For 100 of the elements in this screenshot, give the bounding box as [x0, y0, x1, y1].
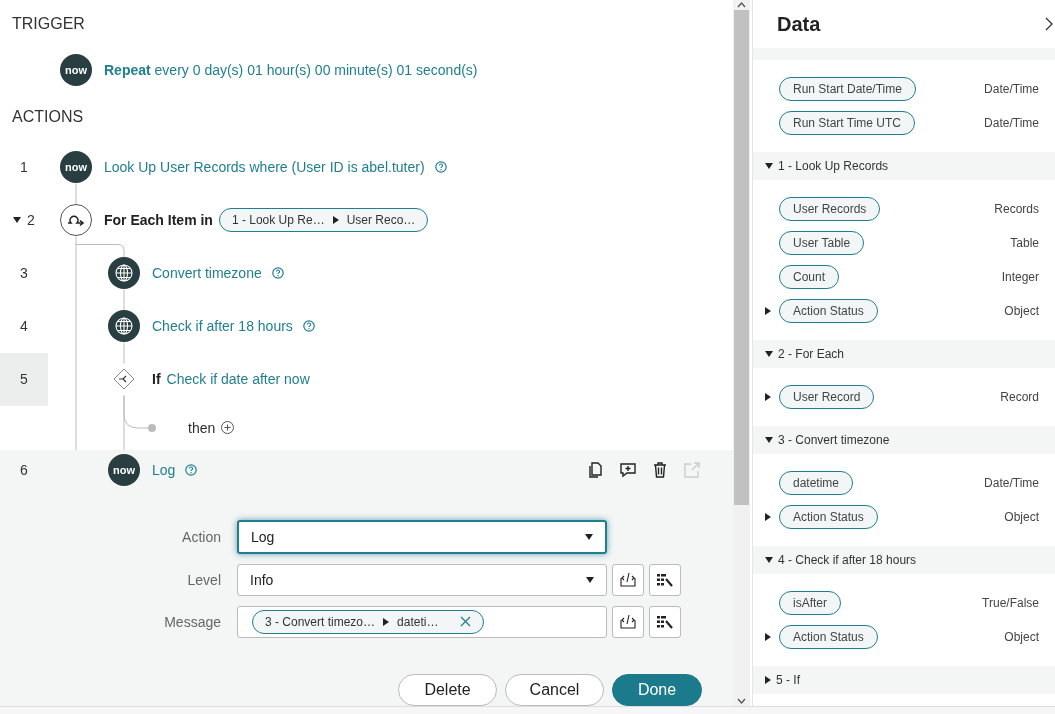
help-icon[interactable]	[434, 161, 447, 174]
now-logo: now	[60, 54, 92, 87]
close-icon[interactable]	[460, 616, 472, 628]
data-pill[interactable]: User Records	[779, 197, 881, 221]
now-logo: now	[60, 151, 92, 184]
field-label: Message	[163, 614, 222, 630]
section-header[interactable]: 3 - Convert timezone	[753, 426, 1055, 454]
data-pill[interactable]: 1 - Look Up Re… User Reco…	[218, 208, 429, 233]
script-button[interactable]	[612, 606, 644, 638]
select-field[interactable]: Info	[237, 564, 607, 596]
data-pill[interactable]: Action Status	[779, 299, 878, 323]
step-title-link[interactable]: Look Up User Records where (User ID is abel.tuter)	[104, 159, 425, 176]
step-title-link[interactable]: Check if date after now	[166, 371, 310, 388]
script-icon	[619, 614, 637, 630]
done-button[interactable]: Done	[612, 674, 702, 706]
data-type: Integer	[1001, 270, 1039, 284]
expand-icon[interactable]	[765, 393, 771, 401]
data-pill[interactable]: Action Status	[779, 505, 878, 529]
data-picker-button[interactable]	[649, 564, 681, 596]
section-header[interactable]: 2 - For Each	[753, 340, 1055, 368]
help-icon[interactable]	[185, 464, 198, 476]
expand-icon[interactable]	[765, 676, 771, 684]
form-button[interactable]: Cancel	[505, 674, 604, 706]
select-field[interactable]: Log	[237, 520, 607, 554]
collapse-icon[interactable]	[13, 217, 22, 224]
data-type: Record	[1000, 390, 1039, 404]
section-header[interactable]: 5 - If	[753, 666, 1055, 694]
data-pill-picker-icon	[656, 572, 674, 588]
step-number: 3	[20, 265, 28, 282]
expand-icon[interactable]	[765, 513, 771, 521]
separator-icon[interactable]	[383, 618, 390, 626]
add-icon[interactable]	[221, 421, 235, 435]
connector-line	[123, 342, 125, 364]
step-number: 1	[20, 159, 28, 176]
trigger-link[interactable]: Repeat every 0 day(s) 01 hour(s) 00 minute(s) 01 second(s)	[104, 62, 478, 79]
data-type: Object	[1004, 630, 1039, 644]
collapse-icon[interactable]	[765, 557, 773, 563]
copy-icon[interactable]	[587, 461, 605, 479]
now-logo: now	[108, 454, 140, 486]
script-button[interactable]	[612, 564, 644, 596]
scrollbar-thumb[interactable]	[734, 10, 749, 505]
step-keyword: For Each Item in	[104, 212, 213, 229]
data-pill[interactable]: 3 - Convert timezo… dateti…	[252, 610, 485, 634]
connector-line	[123, 289, 125, 311]
data-type: Records	[994, 202, 1039, 216]
separator-icon[interactable]	[332, 216, 339, 225]
data-type: Date/Time	[984, 476, 1039, 490]
help-icon[interactable]	[271, 267, 284, 280]
message-field[interactable]: 3 - Convert timezo… dateti…	[237, 606, 607, 638]
section-header[interactable]: 4 - Check if after 18 hours	[753, 546, 1055, 574]
help-icon[interactable]	[302, 320, 315, 333]
data-type: Date/Time	[984, 116, 1039, 130]
step-title-link[interactable]: Convert timezone	[152, 265, 262, 282]
data-pill[interactable]: Action Status	[779, 625, 878, 649]
connector-dot	[148, 424, 156, 432]
scroll-up-icon[interactable]	[737, 2, 746, 8]
dropdown-caret-icon[interactable]	[586, 577, 594, 583]
form-button[interactable]: Delete	[398, 674, 497, 706]
data-pill-picker-icon	[656, 614, 674, 630]
data-pill[interactable]: Run Start Time UTC	[779, 111, 916, 135]
data-type: True/False	[982, 596, 1039, 610]
globe-icon	[114, 316, 134, 337]
data-pill[interactable]: Count	[779, 265, 840, 289]
data-pill[interactable]: User Table	[779, 231, 865, 255]
step-number: 4	[20, 318, 28, 335]
step-number: 2	[27, 212, 35, 229]
add-comment-icon[interactable]	[619, 461, 637, 479]
branch-icon	[113, 368, 135, 391]
data-type: Table	[1010, 236, 1039, 250]
collapse-icon[interactable]	[765, 351, 773, 357]
step-title-link[interactable]: Check if after 18 hours	[152, 318, 293, 335]
expand-icon[interactable]	[765, 633, 771, 641]
globe-icon	[114, 263, 134, 284]
data-pill[interactable]: isAfter	[779, 591, 841, 615]
section-heading: ACTIONS	[11, 106, 85, 127]
section-header[interactable]: 1 - Look Up Records	[753, 152, 1055, 180]
collapse-icon[interactable]	[765, 437, 773, 443]
expand-icon[interactable]	[765, 307, 771, 315]
dropdown-caret-icon[interactable]	[585, 534, 593, 540]
field-label: Level	[186, 572, 222, 588]
data-picker-button[interactable]	[649, 606, 681, 638]
chevron-right-icon[interactable]	[1045, 17, 1053, 31]
step-number: 5	[20, 371, 28, 388]
then-label: then	[188, 420, 216, 436]
panel-title: Data	[777, 12, 821, 36]
collapse-icon[interactable]	[765, 163, 773, 169]
data-type: Object	[1004, 304, 1039, 318]
delete-icon[interactable]	[651, 461, 669, 479]
data-type: Date/Time	[984, 82, 1039, 96]
data-pill[interactable]: datetime	[779, 471, 854, 495]
step-title-link[interactable]: Log	[152, 462, 176, 478]
data-pill[interactable]: Run Start Date/Time	[779, 77, 916, 101]
loop-icon	[66, 213, 86, 228]
data-pill[interactable]: User Record	[779, 385, 875, 409]
script-icon	[619, 572, 637, 588]
connector-line	[75, 183, 77, 205]
scroll-down-icon[interactable]	[737, 698, 746, 704]
step-keyword: If	[152, 371, 161, 388]
section-heading: TRIGGER	[11, 14, 86, 35]
field-label: Action	[181, 529, 222, 545]
